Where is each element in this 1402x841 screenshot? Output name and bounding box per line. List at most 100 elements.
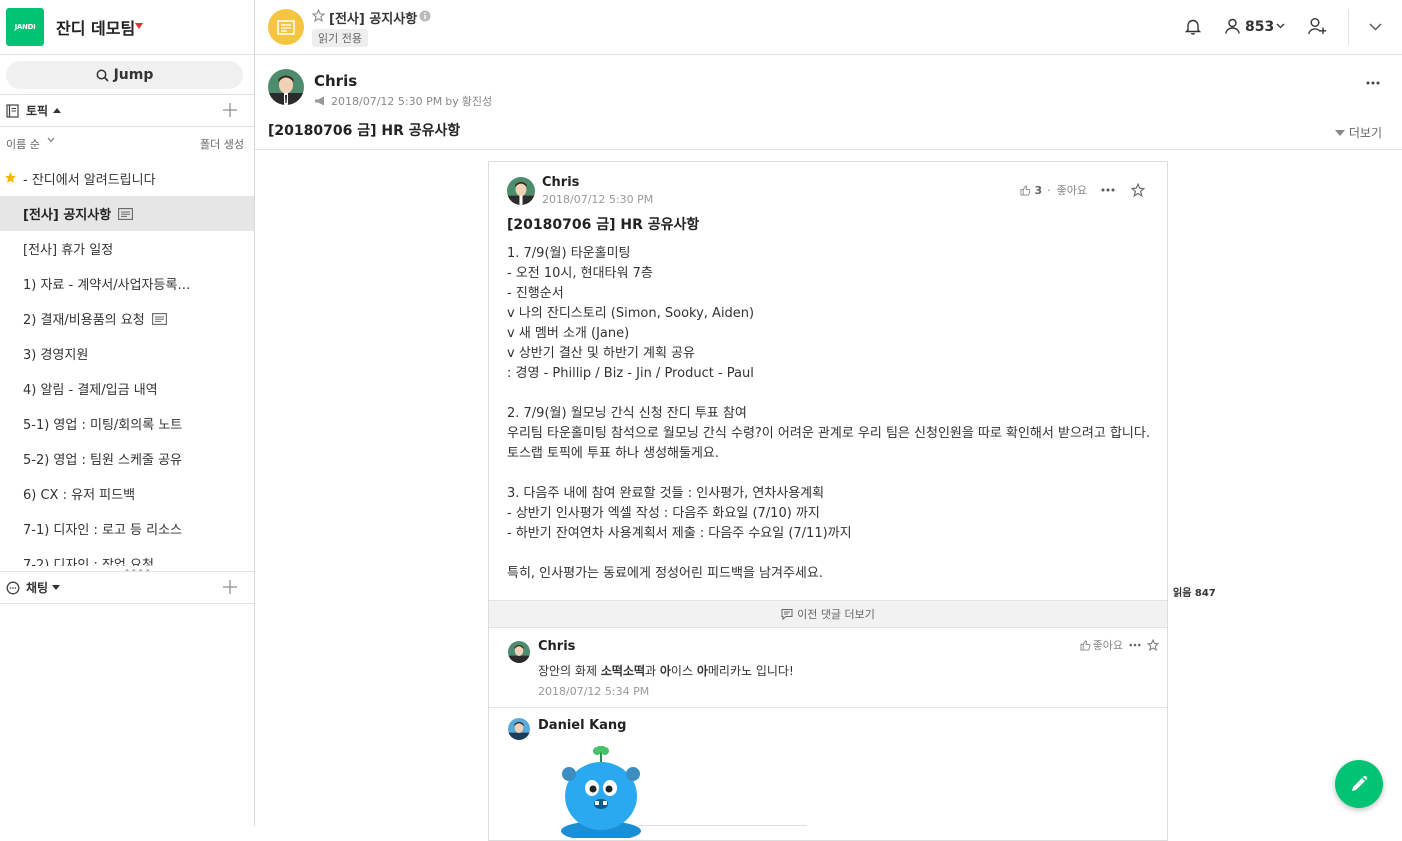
avatar[interactable] xyxy=(507,177,535,205)
triangle-down-icon xyxy=(1334,129,1345,136)
topic-list: - 잔디에서 알려드립니다 [전사] 공지사항 [전사] 휴가 일정 1) 자료 - … xyxy=(0,161,254,566)
post-author[interactable]: Chris xyxy=(314,72,357,90)
bell-icon[interactable] xyxy=(1185,18,1201,35)
more-icon[interactable] xyxy=(1101,188,1115,192)
sidebar-topic-item[interactable]: 6) CX : 유저 피드백 xyxy=(0,476,254,511)
topic-title: [전사] 공지사항 xyxy=(329,12,418,27)
comment: Daniel Kang xyxy=(489,708,1167,840)
add-chat-icon[interactable] xyxy=(223,580,237,594)
thumbs-up-icon[interactable] xyxy=(1020,184,1031,196)
post-datetime: 2018/07/12 5:30 PM xyxy=(331,94,443,108)
post-by-user[interactable]: 황진성 xyxy=(462,93,492,109)
header-divider xyxy=(1348,9,1349,45)
sidebar-topic-item[interactable]: [전사] 공지사항 xyxy=(0,196,254,231)
prev-comments-button[interactable]: 이전 댓글 더보기 xyxy=(489,600,1167,628)
comment-like-button[interactable]: 좋아요 xyxy=(1093,637,1123,653)
sidebar-topic-item[interactable]: 5-2) 영업 : 팀원 스케줄 공유 xyxy=(0,441,254,476)
sidebar-topic-item[interactable]: 5-1) 영업 : 미팅/회의록 노트 xyxy=(0,406,254,441)
card-body-line: 우리팀 타운홀미팅 참석으로 월모닝 간식 수령?이 어려운 관계로 우리 팀은… xyxy=(507,426,1150,461)
sidebar-topic-label: [전사] 휴가 일정 xyxy=(23,243,114,258)
sidebar-topic-label: [전사] 공지사항 xyxy=(23,208,112,223)
sidebar-topic-label: 4) 알림 - 결제/입금 내역 xyxy=(23,383,158,398)
topic-avatar[interactable] xyxy=(268,9,304,45)
chat-bubble-icon xyxy=(6,581,20,595)
message-area: Chris 2018/07/12 5:30 PM 3 · 좋아요 [201807… xyxy=(255,150,1402,841)
sidebar-topic-item[interactable]: 2) 결재/비용품의 요청 xyxy=(0,301,254,336)
comment-author[interactable]: Daniel Kang xyxy=(538,718,626,733)
sidebar-topic-item[interactable]: - 잔디에서 알려드립니다 xyxy=(0,161,254,196)
monster-sticker-icon[interactable] xyxy=(551,746,651,838)
avatar[interactable] xyxy=(508,641,530,663)
member-count[interactable]: 853 xyxy=(1245,19,1274,35)
sidebar-topic-label: 3) 경영지원 xyxy=(23,348,89,363)
sidebar-topic-label: 5-1) 영업 : 미팅/회의록 노트 xyxy=(23,418,183,433)
prev-comments-label: 이전 댓글 더보기 xyxy=(797,608,875,621)
comment-author[interactable]: Chris xyxy=(538,639,575,654)
like-button[interactable]: 좋아요 xyxy=(1057,182,1087,198)
card-author[interactable]: Chris xyxy=(542,175,579,190)
sort-row: 이름 순 폴더 생성 xyxy=(0,127,254,157)
comment-text-part: 장안의 화제 xyxy=(538,664,601,678)
sidebar-topic-item[interactable]: 1) 자료 - 계약서/사업자등록… xyxy=(0,266,254,301)
star-outline-icon[interactable] xyxy=(1131,183,1145,197)
avatar[interactable] xyxy=(268,69,304,105)
chevron-down-icon[interactable] xyxy=(1276,23,1285,29)
like-count[interactable]: 3 xyxy=(1034,184,1042,197)
chat-section-label: 채팅 xyxy=(26,581,49,595)
card-body-line: 3. 다음주 내에 참여 완료할 것들 : 인사평가, 연차사용계획 xyxy=(507,486,825,501)
card-body-line: - 상반기 인사평가 엑셀 작성 : 다음주 화요일 (7/10) 까지 xyxy=(507,506,820,521)
team-name[interactable]: 잔디 데모팀 xyxy=(56,15,135,39)
sidebar-topic-item[interactable]: 3) 경영지원 xyxy=(0,336,254,371)
card-title: [20180706 금] HR 공유사항 xyxy=(507,217,700,233)
card-body-line: v 상반기 결산 및 하반기 계획 공유 xyxy=(507,346,695,361)
star-outline-icon[interactable] xyxy=(1147,639,1159,651)
sort-dropdown[interactable]: 이름 순 xyxy=(6,136,40,152)
chat-section-header[interactable]: 채팅 xyxy=(0,571,254,604)
add-topic-icon[interactable] xyxy=(223,103,237,117)
member-icon[interactable] xyxy=(1225,18,1240,34)
post-title: [20180706 금] HR 공유사항 xyxy=(268,123,461,139)
comment-text-part: 과 xyxy=(645,664,660,678)
card-body-line: 1. 7/9(월) 타운홀미팅 xyxy=(507,246,631,261)
sidebar-topic-item[interactable]: 7-1) 디자인 : 로고 등 리소스 xyxy=(0,511,254,546)
topics-section-header[interactable]: 토픽 xyxy=(0,94,254,127)
card-body-line: 2. 7/9(월) 월모닝 간식 신청 잔디 투표 참여 xyxy=(507,406,747,421)
expand-button[interactable]: 더보기 xyxy=(1334,124,1382,141)
write-post-button[interactable] xyxy=(1335,760,1383,808)
post-header: Chris 2018/07/12 5:30 PM by 황진성 [2018070… xyxy=(255,55,1402,150)
card-body-line xyxy=(507,384,1152,404)
star-filled-icon[interactable] xyxy=(4,171,17,184)
team-header[interactable]: JANDI 잔디 데모팀 xyxy=(0,0,254,55)
star-outline-icon[interactable] xyxy=(312,9,325,22)
more-icon[interactable] xyxy=(1366,81,1380,85)
sidebar-topic-label: - 잔디에서 알려드립니다 xyxy=(23,173,156,188)
sidebar-topic-label: 6) CX : 유저 피드백 xyxy=(23,488,136,503)
chevron-down-icon[interactable] xyxy=(47,137,55,143)
card-body-line: - 하반기 잔여연차 사용계획서 제출 : 다음주 수요일 (7/11)까지 xyxy=(507,526,852,541)
info-icon[interactable] xyxy=(419,10,431,22)
announcement-icon xyxy=(118,207,134,220)
team-caret-icon[interactable] xyxy=(135,23,143,29)
post-meta: 2018/07/12 5:30 PM by 황진성 xyxy=(314,93,492,109)
thumbs-up-icon[interactable] xyxy=(1080,639,1091,651)
topics-section-label: 토픽 xyxy=(26,104,49,118)
jump-button[interactable]: Jump xyxy=(6,61,243,89)
sidebar: JANDI 잔디 데모팀 Jump 토픽 이름 순 폴더 생성 - 잔디에서 알… xyxy=(0,0,255,826)
sidebar-topic-item[interactable]: 4) 알림 - 결제/입금 내역 xyxy=(0,371,254,406)
card-body-line: v 새 멤버 소개 (Jane) xyxy=(507,326,630,341)
megaphone-icon xyxy=(315,96,324,106)
sidebar-topic-item[interactable]: [전사] 휴가 일정 xyxy=(0,231,254,266)
card-body: 1. 7/9(월) 타운홀미팅 - 오전 10시, 현대타워 7층 - 진행순서 v … xyxy=(507,244,1152,584)
comment-text-bold: 소떡소떡 xyxy=(600,664,646,678)
person-avatar-icon xyxy=(508,718,530,740)
avatar[interactable] xyxy=(508,718,530,740)
sidebar-topic-item[interactable]: 7-2) 디자인 : 작업 요청 xyxy=(0,546,254,566)
card-time: 2018/07/12 5:30 PM xyxy=(542,193,654,206)
read-count[interactable]: 읽음 847 xyxy=(1173,584,1216,599)
more-icon[interactable] xyxy=(1129,643,1141,647)
invite-member-icon[interactable] xyxy=(1308,17,1327,35)
announcement-icon xyxy=(277,19,295,35)
chevron-down-icon[interactable] xyxy=(1369,23,1382,31)
folder-create-button[interactable]: 폴더 생성 xyxy=(200,136,244,152)
person-avatar-icon xyxy=(268,69,304,105)
